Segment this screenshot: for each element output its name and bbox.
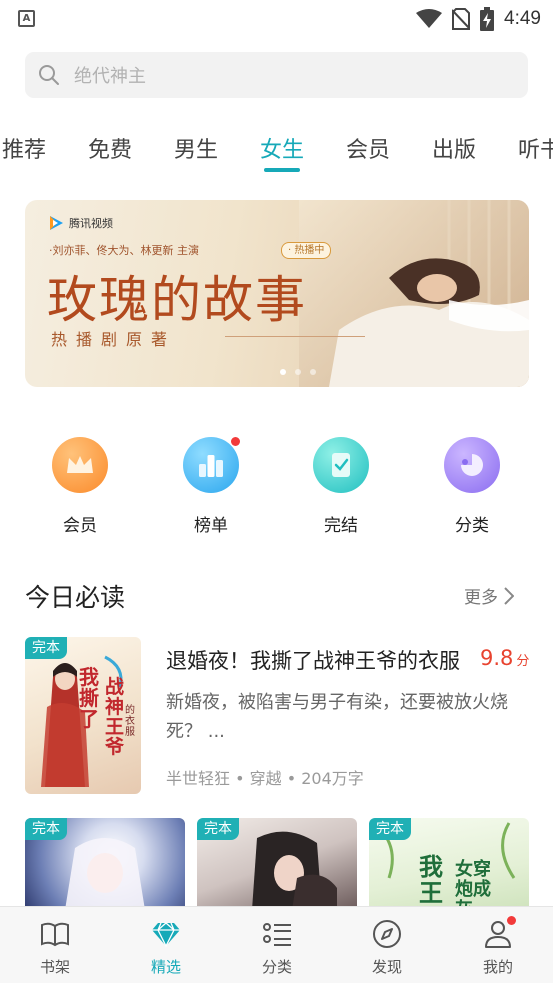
book-score: 9.8 分 <box>480 646 529 670</box>
score-unit: 分 <box>516 654 530 669</box>
cover-title-a: 我撕了 <box>79 665 99 731</box>
banner-logo-text: 腾讯视频 <box>69 217 113 230</box>
quick-entry-label: 会员 <box>63 516 97 536</box>
book-description: 新婚夜，被陷害与男子有染，还要被放火烧死？ ... <box>166 692 508 742</box>
score-value: 9.8 <box>480 646 514 670</box>
app-notification-icon: A <box>18 10 35 27</box>
quick-entry-member[interactable]: 会员 <box>50 437 110 537</box>
nav-label: 我的 <box>482 958 513 976</box>
tab-audiobook[interactable]: 听书 <box>518 132 553 164</box>
quick-entry-label: 榜单 <box>194 516 228 536</box>
category-icon <box>444 437 500 493</box>
bottom-navigation: 书架 精选 分类 发现 我的 <box>0 906 553 983</box>
completed-tag: 完本 <box>197 818 239 840</box>
book-title[interactable]: 退婚夜！我撕了战神王爷的衣服 <box>166 645 466 675</box>
book-cover[interactable]: 完本 我撕了 战神王爷 的衣服 <box>25 637 141 794</box>
banner-divider <box>225 336 365 337</box>
nav-profile[interactable]: 我的 <box>453 907 543 983</box>
compass-icon <box>373 920 401 948</box>
completed-tag: 完本 <box>25 818 67 840</box>
cover-title-b: 女穿炮成灰 <box>455 859 491 911</box>
completed-tag: 完本 <box>25 637 67 659</box>
tab-male[interactable]: 男生 <box>174 132 218 164</box>
pager-dot[interactable] <box>295 369 301 375</box>
pager-dot[interactable] <box>310 369 316 375</box>
tencent-video-logo: 腾讯视频 <box>48 215 113 231</box>
quick-entry-ranking[interactable]: 榜单 <box>181 437 241 537</box>
pager-dot[interactable] <box>280 369 286 375</box>
search-icon <box>39 65 59 85</box>
banner-cast: ·刘亦菲、佟大为、林更新 主演 <box>49 244 199 257</box>
cover-title-b: 战神王爷 <box>105 676 125 758</box>
no-sim-icon <box>452 8 471 30</box>
section-title: 今日必读 <box>25 583 126 612</box>
play-logo-icon <box>50 216 63 230</box>
tab-member[interactable]: 会员 <box>346 132 390 164</box>
quick-entry-category[interactable]: 分类 <box>442 437 502 537</box>
nav-bookshelf[interactable]: 书架 <box>10 907 100 983</box>
book-cover[interactable]: 完本 我王 女穿炮成灰 <box>369 818 529 910</box>
wifi-icon <box>416 9 443 28</box>
notification-dot <box>507 916 516 925</box>
diamond-icon <box>152 922 180 948</box>
completed-tag: 完本 <box>369 818 411 840</box>
search-placeholder: 绝代神主 <box>74 66 146 87</box>
finished-book-icon <box>313 437 369 493</box>
nav-featured[interactable]: 精选 <box>121 907 211 983</box>
nav-label: 分类 <box>261 958 292 976</box>
nav-discover[interactable]: 发现 <box>342 907 432 983</box>
banner-subtitle: 热播剧原著 <box>51 330 177 349</box>
book-cover[interactable]: 完本 <box>25 818 185 910</box>
tab-free[interactable]: 免费 <box>88 132 132 164</box>
nav-label: 精选 <box>150 958 181 976</box>
nav-label: 发现 <box>371 958 402 976</box>
cover-title-c: 的衣服 <box>125 705 135 738</box>
banner-pager <box>280 369 316 375</box>
book-meta: 半世轻狂 • 穿越 • 204万字 <box>166 769 364 788</box>
banner-illustration <box>299 200 529 387</box>
ranking-icon <box>183 437 239 493</box>
list-icon <box>263 923 291 946</box>
bookshelf-icon <box>41 922 69 947</box>
status-bar: A 4:49 <box>0 0 553 38</box>
active-tab-indicator <box>264 168 300 172</box>
search-bar[interactable]: 绝代神主 <box>25 52 528 98</box>
quick-entry-label: 分类 <box>455 516 489 536</box>
quick-entry-label: 完结 <box>324 516 358 536</box>
crown-icon <box>52 437 108 493</box>
quick-entry-finished[interactable]: 完结 <box>311 437 371 537</box>
tab-publish[interactable]: 出版 <box>432 132 476 164</box>
tab-female[interactable]: 女生 <box>260 132 304 164</box>
notification-dot <box>231 437 240 446</box>
tab-recommend[interactable]: 推荐 <box>2 132 46 164</box>
more-link[interactable]: 更多 <box>464 583 514 608</box>
status-time: 4:49 <box>504 8 541 29</box>
banner-status-badge: · 热播中 <box>281 242 332 259</box>
category-tabs: 推荐 免费 男生 女生 会员 出版 听书 <box>0 128 553 178</box>
cover-title-a: 我王 <box>419 852 443 907</box>
more-label: 更多 <box>464 588 498 608</box>
book-cover[interactable]: 完本 <box>197 818 357 910</box>
nav-label: 书架 <box>39 958 70 976</box>
chevron-right-icon <box>504 586 514 605</box>
nav-category[interactable]: 分类 <box>232 907 322 983</box>
battery-charging-icon <box>480 7 495 31</box>
banner-title: 玫瑰的故事 <box>47 271 307 329</box>
promo-banner[interactable]: 腾讯视频 ·刘亦菲、佟大为、林更新 主演 · 热播中 玫瑰的故事 热播剧原著 <box>25 200 529 387</box>
